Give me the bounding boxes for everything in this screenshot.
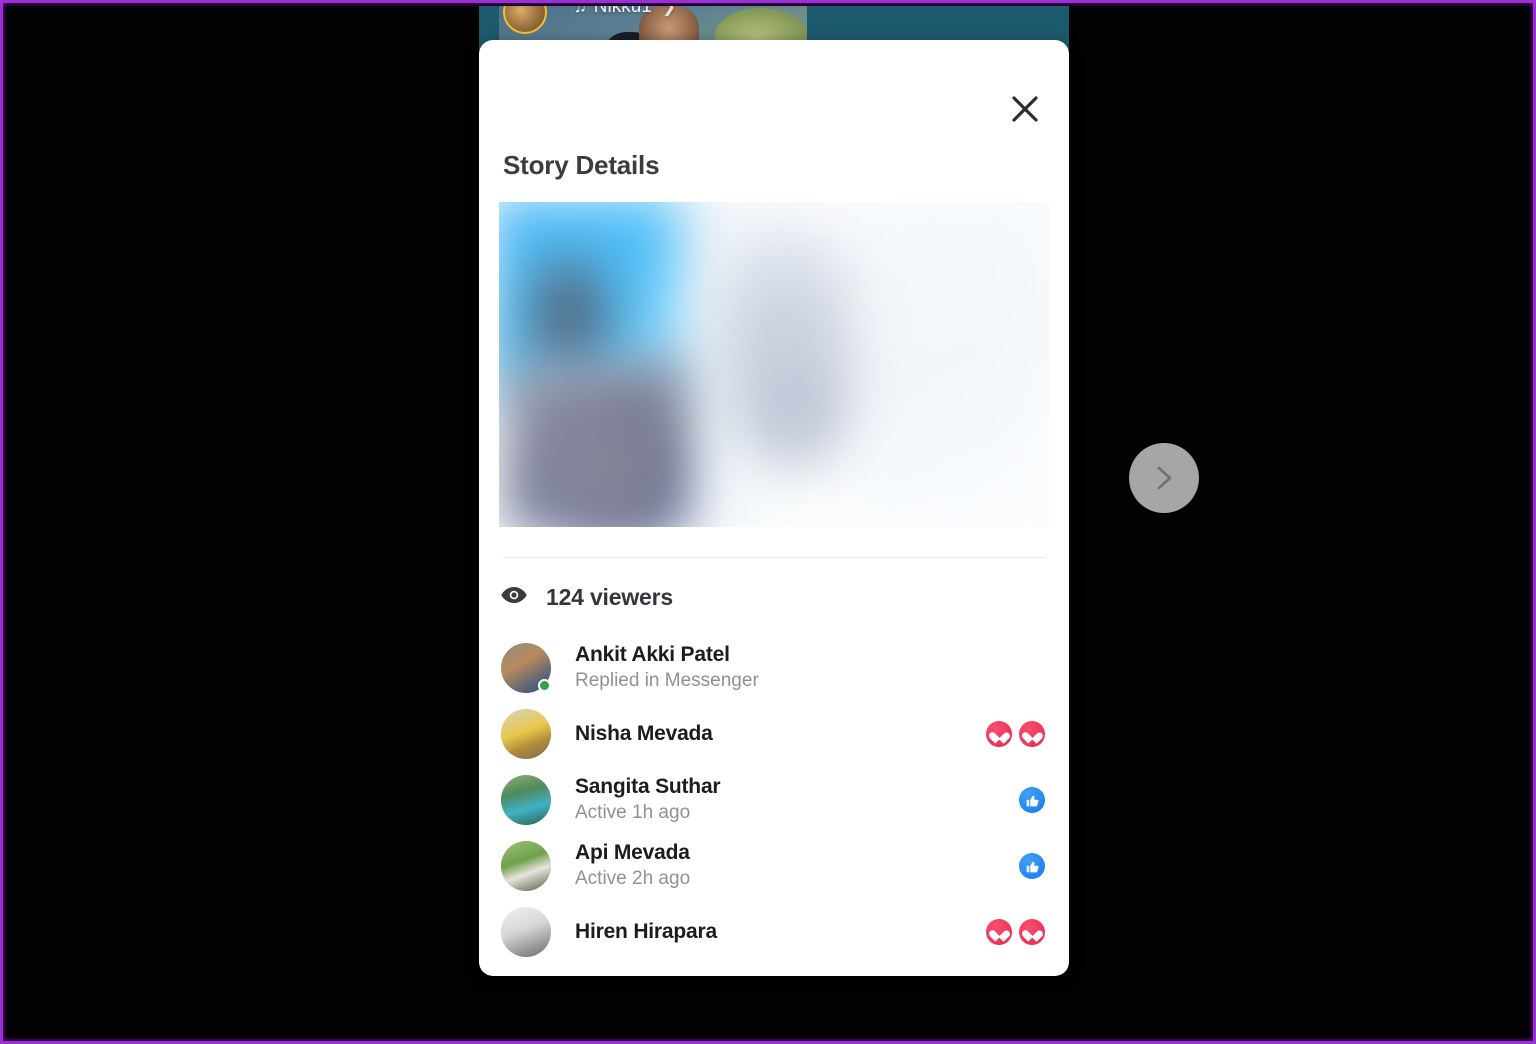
- story-details-modal: Story Details 124 viewers Ankit Akki Pat…: [479, 40, 1069, 976]
- reaction-group: [1019, 787, 1045, 813]
- viewer-row[interactable]: Ankit Akki Patel Replied in Messenger: [479, 635, 1069, 701]
- reaction-group: [986, 721, 1045, 747]
- page-title: Story Details: [503, 150, 660, 180]
- story-music-label: ♫ Nikku1 ❯: [574, 6, 676, 18]
- love-reaction-icon: [1019, 721, 1045, 747]
- reaction-group: [1019, 853, 1045, 879]
- avatar[interactable]: [501, 775, 551, 825]
- love-reaction-icon: [986, 721, 1012, 747]
- viewer-text: Ankit Akki Patel Replied in Messenger: [575, 642, 1045, 694]
- viewer-row[interactable]: Api Mevada Active 2h ago: [479, 833, 1069, 899]
- viewer-text: Sangita Suthar Active 1h ago: [575, 774, 1019, 826]
- viewers-header: 124 viewers: [501, 584, 673, 611]
- viewers-count-label: 124 viewers: [546, 584, 673, 610]
- viewer-name: Nisha Mevada: [575, 721, 713, 745]
- next-story-button[interactable]: [1129, 443, 1199, 513]
- story-music-title: Nikku1: [593, 6, 652, 17]
- viewer-status: Active 2h ago: [575, 868, 691, 890]
- eye-icon: [501, 586, 527, 609]
- like-reaction-icon: [1019, 853, 1045, 879]
- viewer-row[interactable]: Sangita Suthar Active 1h ago: [479, 767, 1069, 833]
- close-icon[interactable]: [1003, 87, 1047, 131]
- avatar[interactable]: [501, 907, 551, 957]
- reaction-group: [986, 919, 1045, 945]
- viewer-status: Replied in Messenger: [575, 670, 759, 692]
- viewer-row[interactable]: Hiren Hirapara: [479, 899, 1069, 965]
- viewer-list: Ankit Akki Patel Replied in Messenger Nish…: [479, 635, 1069, 965]
- viewer-name: Hiren Hirapara: [575, 919, 717, 943]
- love-reaction-icon: [1019, 919, 1045, 945]
- viewer-row[interactable]: Nisha Mevada: [479, 701, 1069, 767]
- viewer-name: Ankit Akki Patel: [575, 643, 730, 667]
- chevron-right-icon: ❯: [661, 6, 677, 16]
- story-preview-image[interactable]: [499, 202, 1049, 527]
- viewer-text: Nisha Mevada: [575, 721, 986, 747]
- viewer-name: Api Mevada: [575, 841, 690, 865]
- like-reaction-icon: [1019, 787, 1045, 813]
- avatar[interactable]: [501, 643, 551, 693]
- avatar[interactable]: [501, 841, 551, 891]
- screenshot-frame: ♫ Nikku1 ❯ Story Details 124 viewers Ank…: [0, 0, 1536, 1044]
- music-note-icon: ♫: [574, 6, 587, 16]
- avatar[interactable]: [501, 709, 551, 759]
- section-divider: [503, 557, 1045, 558]
- chevron-right-icon: [1157, 466, 1172, 490]
- online-status-dot: [538, 679, 551, 692]
- viewer-text: Hiren Hirapara: [575, 919, 986, 945]
- viewer-name: Sangita Suthar: [575, 775, 721, 799]
- viewer-status: Active 1h ago: [575, 802, 691, 824]
- love-reaction-icon: [986, 919, 1012, 945]
- viewer-text: Api Mevada Active 2h ago: [575, 840, 1019, 892]
